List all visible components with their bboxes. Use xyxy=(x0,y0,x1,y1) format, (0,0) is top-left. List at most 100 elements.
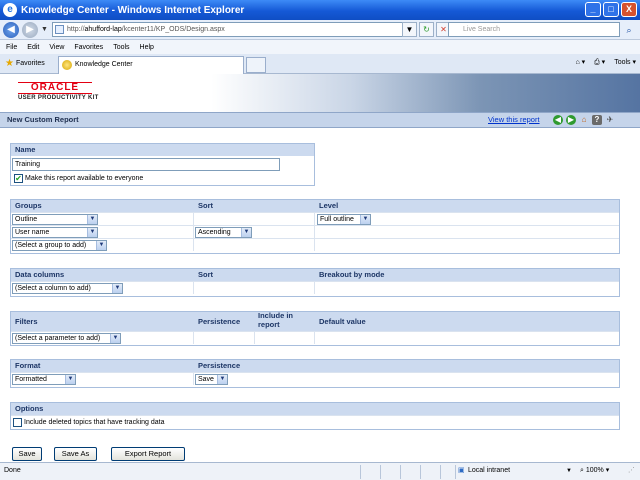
page-header: New Custom Report View this report ◀ ▶ ⌂… xyxy=(0,112,640,128)
group-row: Outline ▼ Full outline ▼ xyxy=(11,212,619,225)
favorites-bar: ★ Favorites Knowledge Center ⌂ ▾ ⎙ ▾ Too… xyxy=(0,54,640,74)
close-button[interactable]: X xyxy=(621,2,637,17)
zone-icon: ▣ xyxy=(458,467,465,474)
address-toolbar: ◀ ▶ ▼ http://ahufford-lap/kcenter11/KP_O… xyxy=(0,20,640,40)
format-row: Formatted ▼ Save ▼ xyxy=(11,372,619,385)
page-icon xyxy=(55,25,64,34)
menu-edit[interactable]: Edit xyxy=(27,44,39,51)
menu-file[interactable]: File xyxy=(6,44,17,51)
resize-grip-icon[interactable]: ⋰ xyxy=(628,463,635,479)
url-prefix: http:// xyxy=(67,26,85,33)
back-button[interactable]: ◀ xyxy=(3,21,19,38)
menu-view[interactable]: View xyxy=(49,44,64,51)
save-as-button[interactable]: Save As xyxy=(54,447,97,461)
home-icon[interactable]: ⌂ ▾ xyxy=(575,58,585,67)
app-banner: ORACLE USER PRODUCTIVITY KIT xyxy=(0,74,640,112)
search-icon[interactable]: ⌕ xyxy=(622,23,636,37)
sort-select[interactable]: Ascending ▼ xyxy=(195,227,252,238)
group-row: (Select a group to add) ▼ xyxy=(11,238,619,251)
forward-icon[interactable]: ▶ xyxy=(566,115,576,125)
help-icon[interactable]: ? xyxy=(592,115,602,125)
include-deleted-checkbox[interactable] xyxy=(13,418,22,427)
logo-text: ORACLE xyxy=(18,82,92,94)
share-label: Make this report available to everyone xyxy=(25,175,144,182)
add-column-select[interactable]: (Select a column to add) ▼ xyxy=(12,283,123,294)
window-title: Knowledge Center - Windows Internet Expl… xyxy=(21,4,245,16)
forward-button[interactable]: ▶ xyxy=(22,21,38,38)
name-section: Name Training ✔ Make this report availab… xyxy=(10,143,315,186)
report-name-value: Training xyxy=(15,161,41,168)
group-select-username[interactable]: User name ▼ xyxy=(12,227,98,238)
group-row: User name ▼ Ascending ▼ xyxy=(11,225,619,238)
options-header-row: Options xyxy=(11,403,619,415)
new-tab-button[interactable] xyxy=(246,57,266,73)
zone-dropdown-icon[interactable]: ▼ xyxy=(566,463,572,479)
filters-section: Filters Persistence Include in report De… xyxy=(10,311,620,346)
header-icons: ◀ ▶ ⌂ ? ✈ xyxy=(553,115,615,125)
view-report-link[interactable]: View this report xyxy=(488,113,540,127)
filters-persistence-header: Persistence xyxy=(198,317,241,326)
groups-header-row: Groups Sort Level xyxy=(11,200,619,212)
address-buttons: ▼ ↻ ✕ xyxy=(402,22,451,37)
menu-help[interactable]: Help xyxy=(140,44,154,51)
address-dropdown-icon[interactable]: ▼ xyxy=(402,22,417,37)
menu-favorites[interactable]: Favorites xyxy=(74,44,103,51)
add-parameter-select[interactable]: (Select a parameter to add) ▼ xyxy=(12,333,121,344)
breakout-header: Breakout by mode xyxy=(319,270,385,279)
include-header-line2: report xyxy=(258,320,280,329)
minimize-button[interactable]: _ xyxy=(585,2,601,17)
history-dropdown-icon[interactable]: ▼ xyxy=(41,26,48,33)
column-row: (Select a column to add) ▼ xyxy=(11,281,619,294)
default-value-header: Default value xyxy=(319,317,366,326)
tools-menu[interactable]: Tools ▾ xyxy=(614,58,636,67)
refresh-icon[interactable]: ↻ xyxy=(419,22,434,37)
report-name-input[interactable]: Training xyxy=(12,158,280,171)
page-title: New Custom Report xyxy=(7,115,79,124)
tools-label: Tools xyxy=(614,59,631,66)
format-header: Format xyxy=(15,361,41,370)
columns-sort-header: Sort xyxy=(198,270,213,279)
share-checkbox[interactable]: ✔ xyxy=(14,174,23,183)
include-deleted-label: Include deleted topics that have trackin… xyxy=(24,419,165,426)
exit-icon[interactable]: ✈ xyxy=(605,115,615,125)
menu-bar: File Edit View Favorites Tools Help xyxy=(0,40,640,54)
tab-label: Knowledge Center xyxy=(75,61,133,68)
favorites-button[interactable]: ★ Favorites xyxy=(5,58,45,69)
zoom-control[interactable]: ⌕ 100% ▾ xyxy=(580,463,609,479)
groups-section: Groups Sort Level Outline ▼ Full outline ▼… xyxy=(10,199,620,254)
address-input[interactable]: http://ahufford-lap/kcenter11/KP_ODS/Des… xyxy=(52,22,414,37)
level-select[interactable]: Full outline ▼ xyxy=(317,214,371,225)
export-report-button[interactable]: Export Report xyxy=(111,447,185,461)
groups-header: Groups xyxy=(15,201,42,210)
persistence-select[interactable]: Save ▼ xyxy=(195,374,228,385)
format-select[interactable]: Formatted ▼ xyxy=(12,374,76,385)
window-controls: _ □ X xyxy=(585,2,637,17)
back-icon[interactable]: ◀ xyxy=(553,115,563,125)
url-path: /kcenter11/KP_ODS/Design.aspx xyxy=(121,26,225,33)
zoom-value: 100% xyxy=(585,467,604,474)
group-select-outline[interactable]: Outline ▼ xyxy=(12,214,98,225)
add-group-select[interactable]: (Select a group to add) ▼ xyxy=(12,240,107,251)
columns-header: Data columns xyxy=(15,270,65,279)
zone-text: Local intranet xyxy=(468,467,511,474)
ie-logo-icon: e xyxy=(3,3,17,17)
maximize-button[interactable]: □ xyxy=(603,2,619,17)
logo-subtext: USER PRODUCTIVITY KIT xyxy=(18,95,99,101)
menu-tools[interactable]: Tools xyxy=(113,44,129,51)
filters-header: Filters xyxy=(15,317,38,326)
filter-row: (Select a parameter to add) ▼ xyxy=(11,331,619,344)
options-row: Include deleted topics that have trackin… xyxy=(11,415,619,428)
command-bar: ⌂ ▾ ⎙ ▾ Tools ▾ xyxy=(575,58,636,67)
data-columns-section: Data columns Sort Breakout by mode (Sele… xyxy=(10,268,620,297)
search-input[interactable]: Live Search xyxy=(448,22,620,37)
print-icon[interactable]: ⎙ ▾ xyxy=(594,58,605,67)
status-text: Done xyxy=(4,467,21,474)
groups-sort-header: Sort xyxy=(198,201,213,210)
window-title-bar[interactable]: e Knowledge Center - Windows Internet Ex… xyxy=(0,0,640,20)
tab-knowledge-center[interactable]: Knowledge Center xyxy=(58,56,244,74)
groups-level-header: Level xyxy=(319,201,339,210)
columns-header-row: Data columns Sort Breakout by mode xyxy=(11,269,619,281)
home-icon[interactable]: ⌂ xyxy=(579,115,589,125)
save-button[interactable]: Save xyxy=(12,447,42,461)
format-header-row: Format Persistence xyxy=(11,360,619,372)
